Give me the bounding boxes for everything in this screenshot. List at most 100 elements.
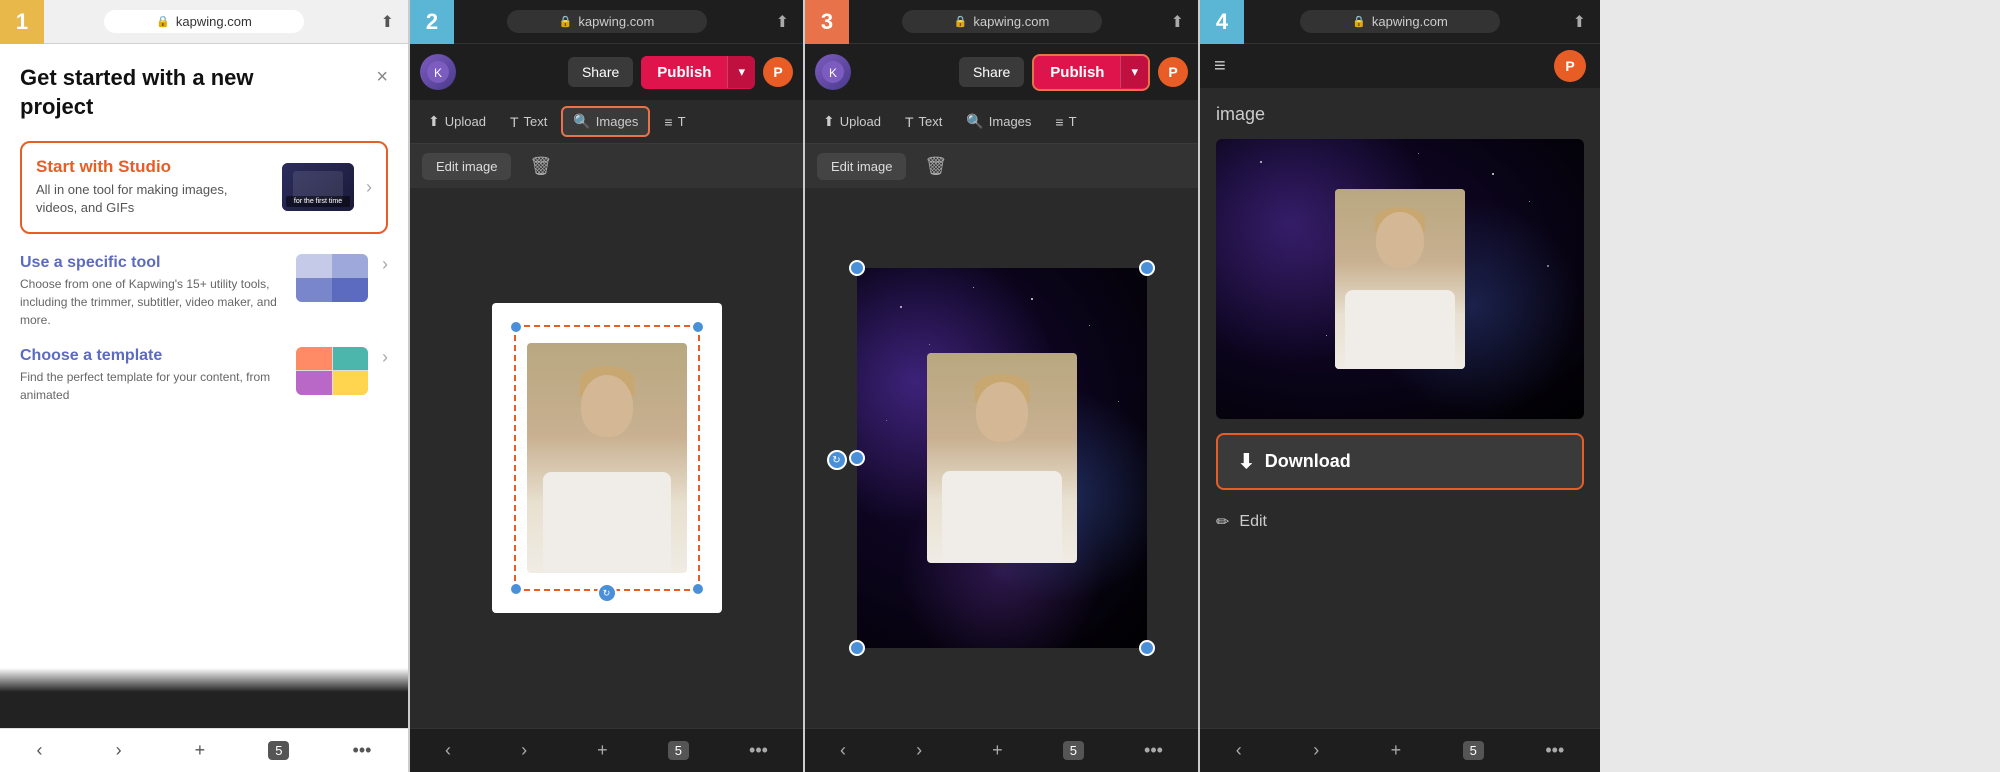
p-avatar-2[interactable]: P: [763, 57, 793, 87]
forward-btn-4[interactable]: ›: [1303, 734, 1329, 767]
upload-btn-2[interactable]: ⬆ Upload: [418, 108, 496, 135]
rotate-handle-3[interactable]: ↻: [827, 450, 847, 470]
lock-icon: 🔒: [156, 15, 170, 28]
step-badge-1: 1: [0, 0, 44, 44]
p4-avatar[interactable]: P: [1554, 50, 1586, 82]
upload-label-3: Upload: [840, 114, 881, 129]
add-btn-4[interactable]: +: [1381, 734, 1412, 767]
tab-count-3[interactable]: 5: [1063, 741, 1084, 760]
handle-br-3[interactable]: [1139, 640, 1155, 656]
hamburger-icon[interactable]: ≡: [1214, 55, 1226, 78]
p-avatar-3[interactable]: P: [1158, 57, 1188, 87]
share-icon-1[interactable]: ⬆: [381, 12, 394, 32]
publish-dropdown-2[interactable]: ▾: [727, 56, 755, 88]
canvas-area-2: ↻: [492, 303, 722, 613]
share-button-2[interactable]: Share: [568, 57, 633, 87]
share-icon-2[interactable]: ⬆: [776, 12, 789, 32]
handle-l-3[interactable]: [849, 450, 865, 466]
choose-template-card[interactable]: Choose a template Find the perfect templ…: [20, 347, 388, 404]
editor-toolbar-3: ⬆ Upload T Text 🔍 Images ≡ T: [805, 100, 1198, 144]
download-icon: ⬇: [1238, 449, 1255, 474]
more-tools-btn-3[interactable]: ≡ T: [1045, 109, 1086, 135]
browser-bar-1: 🔒 kapwing.com ⬆: [0, 0, 408, 44]
handle-br-2[interactable]: [691, 582, 705, 596]
more-btn-4[interactable]: •••: [1535, 734, 1574, 767]
back-btn-1[interactable]: ‹: [27, 734, 53, 767]
handle-bl-3[interactable]: [849, 640, 865, 656]
canvas-area-3: ↻: [857, 268, 1147, 648]
tab-count-4[interactable]: 5: [1463, 741, 1484, 760]
thumb-template-3: [296, 347, 368, 395]
tt3: [296, 371, 332, 395]
edit-image-btn-3[interactable]: Edit image: [817, 153, 906, 180]
rotate-handle-2[interactable]: ↻: [597, 583, 617, 603]
more-tools-icon-3: ≡: [1055, 114, 1063, 130]
share-button-3[interactable]: Share: [959, 57, 1024, 87]
add-btn-1[interactable]: +: [185, 734, 216, 767]
add-btn-3[interactable]: +: [982, 734, 1013, 767]
publish-button-2[interactable]: Publish: [641, 56, 727, 89]
edit-row[interactable]: ✏ Edit: [1216, 504, 1584, 540]
browser-bar-3: 🔒 kapwing.com ⬆: [805, 0, 1198, 44]
editor-topbar-2: K Share Publish ▾ P: [410, 44, 803, 100]
tab-count-1[interactable]: 5: [268, 741, 289, 760]
download-label: Download: [1265, 451, 1351, 472]
close-button[interactable]: ×: [376, 66, 388, 89]
edit-label: Edit: [1239, 513, 1267, 531]
forward-btn-1[interactable]: ›: [106, 734, 132, 767]
add-btn-2[interactable]: +: [587, 734, 618, 767]
share-icon-4[interactable]: ⬆: [1573, 12, 1586, 32]
handle-tl-2[interactable]: [509, 320, 523, 334]
publish-button-3[interactable]: Publish: [1034, 56, 1120, 89]
images-btn-3[interactable]: 🔍 Images: [956, 108, 1041, 135]
images-btn-2[interactable]: 🔍 Images: [561, 106, 650, 137]
publish-dropdown-3[interactable]: ▾: [1120, 56, 1148, 88]
start-with-studio-card[interactable]: Start with Studio All in one tool for ma…: [20, 141, 388, 233]
share-icon-3[interactable]: ⬆: [1171, 12, 1184, 32]
browser-nav-4: ‹ › + 5 •••: [1200, 728, 1600, 772]
back-btn-3[interactable]: ‹: [830, 734, 856, 767]
more-btn-3[interactable]: •••: [1134, 734, 1173, 767]
panel-1-content: Get started with a new project × Start w…: [0, 44, 408, 668]
handle-bl-2[interactable]: [509, 582, 523, 596]
delete-btn-3[interactable]: 🗑: [916, 152, 955, 181]
back-btn-4[interactable]: ‹: [1226, 734, 1252, 767]
delete-btn-2[interactable]: 🗑: [521, 152, 560, 181]
card-arrow-1: ›: [366, 177, 372, 198]
edit-image-btn-2[interactable]: Edit image: [422, 153, 511, 180]
star-p4-6: [1547, 265, 1549, 267]
option-title-2: Use a specific tool: [20, 254, 282, 272]
card-text-1: Start with Studio All in one tool for ma…: [36, 157, 270, 217]
tab-count-2[interactable]: 5: [668, 741, 689, 760]
thumb-cell-1: [296, 254, 332, 278]
more-btn-1[interactable]: •••: [343, 734, 382, 767]
handle-tr-3[interactable]: [1139, 260, 1155, 276]
editor-canvas-3[interactable]: ↻: [805, 188, 1198, 728]
text-btn-2[interactable]: T Text: [500, 109, 557, 135]
avatar-2[interactable]: K: [420, 54, 456, 90]
forward-btn-2[interactable]: ›: [511, 734, 537, 767]
browser-nav-2: ‹ › + 5 •••: [410, 728, 803, 772]
back-btn-2[interactable]: ‹: [435, 734, 461, 767]
url-text-1: kapwing.com: [176, 14, 252, 29]
photo-2: [527, 343, 687, 573]
specific-tool-card[interactable]: Use a specific tool Choose from one of K…: [20, 254, 388, 329]
upload-icon-3: ⬆: [823, 113, 835, 130]
browser-bar-2: 🔒 kapwing.com ⬆: [410, 0, 803, 44]
more-tools-btn-2[interactable]: ≡ T: [654, 109, 695, 135]
panel-1-header: Get started with a new project ×: [20, 64, 388, 121]
upload-btn-3[interactable]: ⬆ Upload: [813, 108, 891, 135]
editor-canvas-2[interactable]: ↻: [410, 188, 803, 728]
avatar-3[interactable]: K: [815, 54, 851, 90]
thumb-cell-4: [332, 278, 368, 302]
card-arrow-3: ›: [382, 347, 388, 368]
search-icon-3: 🔍: [966, 113, 983, 130]
step-badge-4: 4: [1200, 0, 1244, 44]
download-button[interactable]: ⬇ Download: [1216, 433, 1584, 490]
forward-btn-3[interactable]: ›: [906, 734, 932, 767]
handle-tr-2[interactable]: [691, 320, 705, 334]
more-btn-2[interactable]: •••: [739, 734, 778, 767]
handle-tl-3[interactable]: [849, 260, 865, 276]
text-btn-3[interactable]: T Text: [895, 109, 952, 135]
text-icon-2: T: [510, 114, 519, 130]
